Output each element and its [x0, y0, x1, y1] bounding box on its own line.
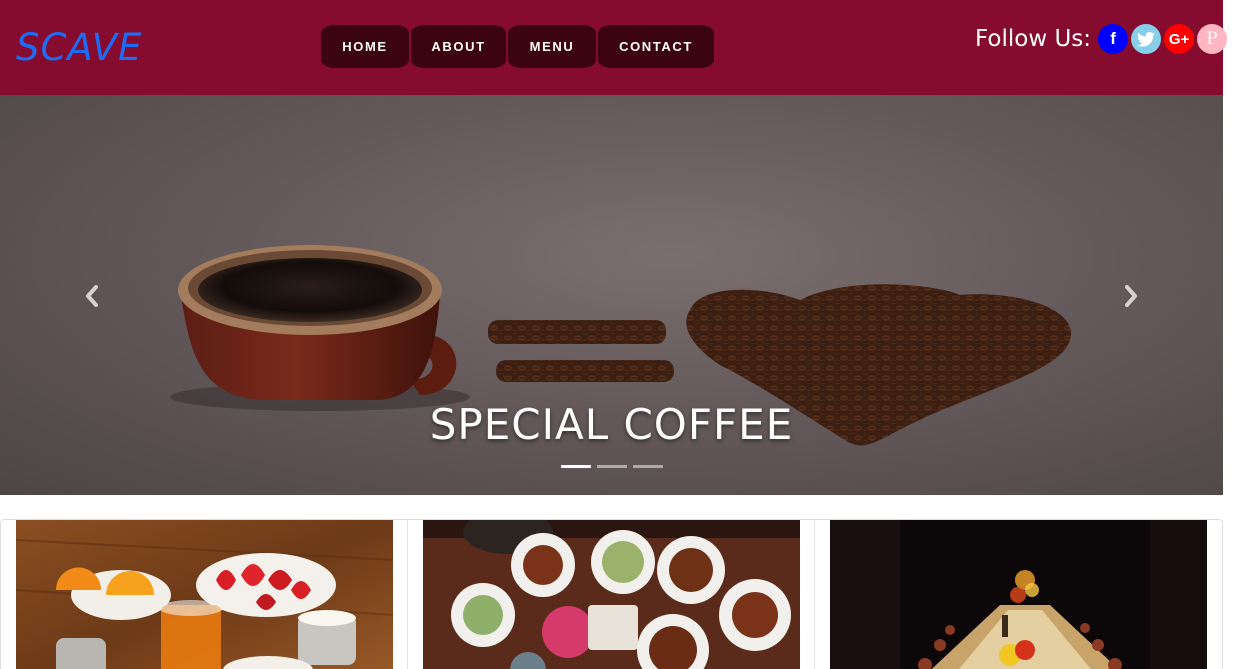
- nav-menu[interactable]: MENU: [508, 25, 596, 68]
- chevron-right-icon: [1125, 285, 1137, 307]
- hero-caption: SPECIAL COFFEE: [429, 400, 794, 449]
- nav-about[interactable]: ABOUT: [411, 25, 506, 68]
- gallery-divider: [814, 520, 815, 669]
- carousel-indicator[interactable]: [597, 465, 627, 468]
- carousel-indicators: [561, 465, 669, 468]
- gallery-image-breakfast[interactable]: [16, 520, 393, 669]
- site-header: SCAVE HOME ABOUT MENU CONTACT Follow Us:…: [0, 0, 1228, 95]
- site-logo[interactable]: SCAVE: [16, 26, 142, 70]
- hero-carousel: SPECIAL COFFEE: [0, 95, 1223, 495]
- carousel-prev-arrow[interactable]: [80, 281, 104, 311]
- main-nav: HOME ABOUT MENU CONTACT: [321, 25, 714, 68]
- google-plus-icon[interactable]: G+: [1164, 24, 1195, 54]
- carousel-next-arrow[interactable]: [1119, 281, 1143, 311]
- twitter-icon[interactable]: [1131, 24, 1162, 54]
- nav-home[interactable]: HOME: [321, 25, 409, 68]
- gallery-section: [0, 519, 1223, 669]
- nav-contact[interactable]: CONTACT: [598, 25, 714, 68]
- social-follow: Follow Us: f G+ P: [975, 22, 1228, 56]
- carousel-indicator[interactable]: [561, 465, 591, 468]
- follow-label: Follow Us:: [975, 26, 1092, 52]
- gallery-divider: [407, 520, 408, 669]
- chevron-left-icon: [86, 285, 98, 307]
- facebook-icon[interactable]: f: [1098, 24, 1129, 54]
- carousel-indicator[interactable]: [633, 465, 663, 468]
- gallery-image-dinner-table[interactable]: [423, 520, 800, 669]
- gallery-image-banquet[interactable]: [830, 520, 1207, 669]
- pinterest-icon[interactable]: P: [1197, 24, 1228, 54]
